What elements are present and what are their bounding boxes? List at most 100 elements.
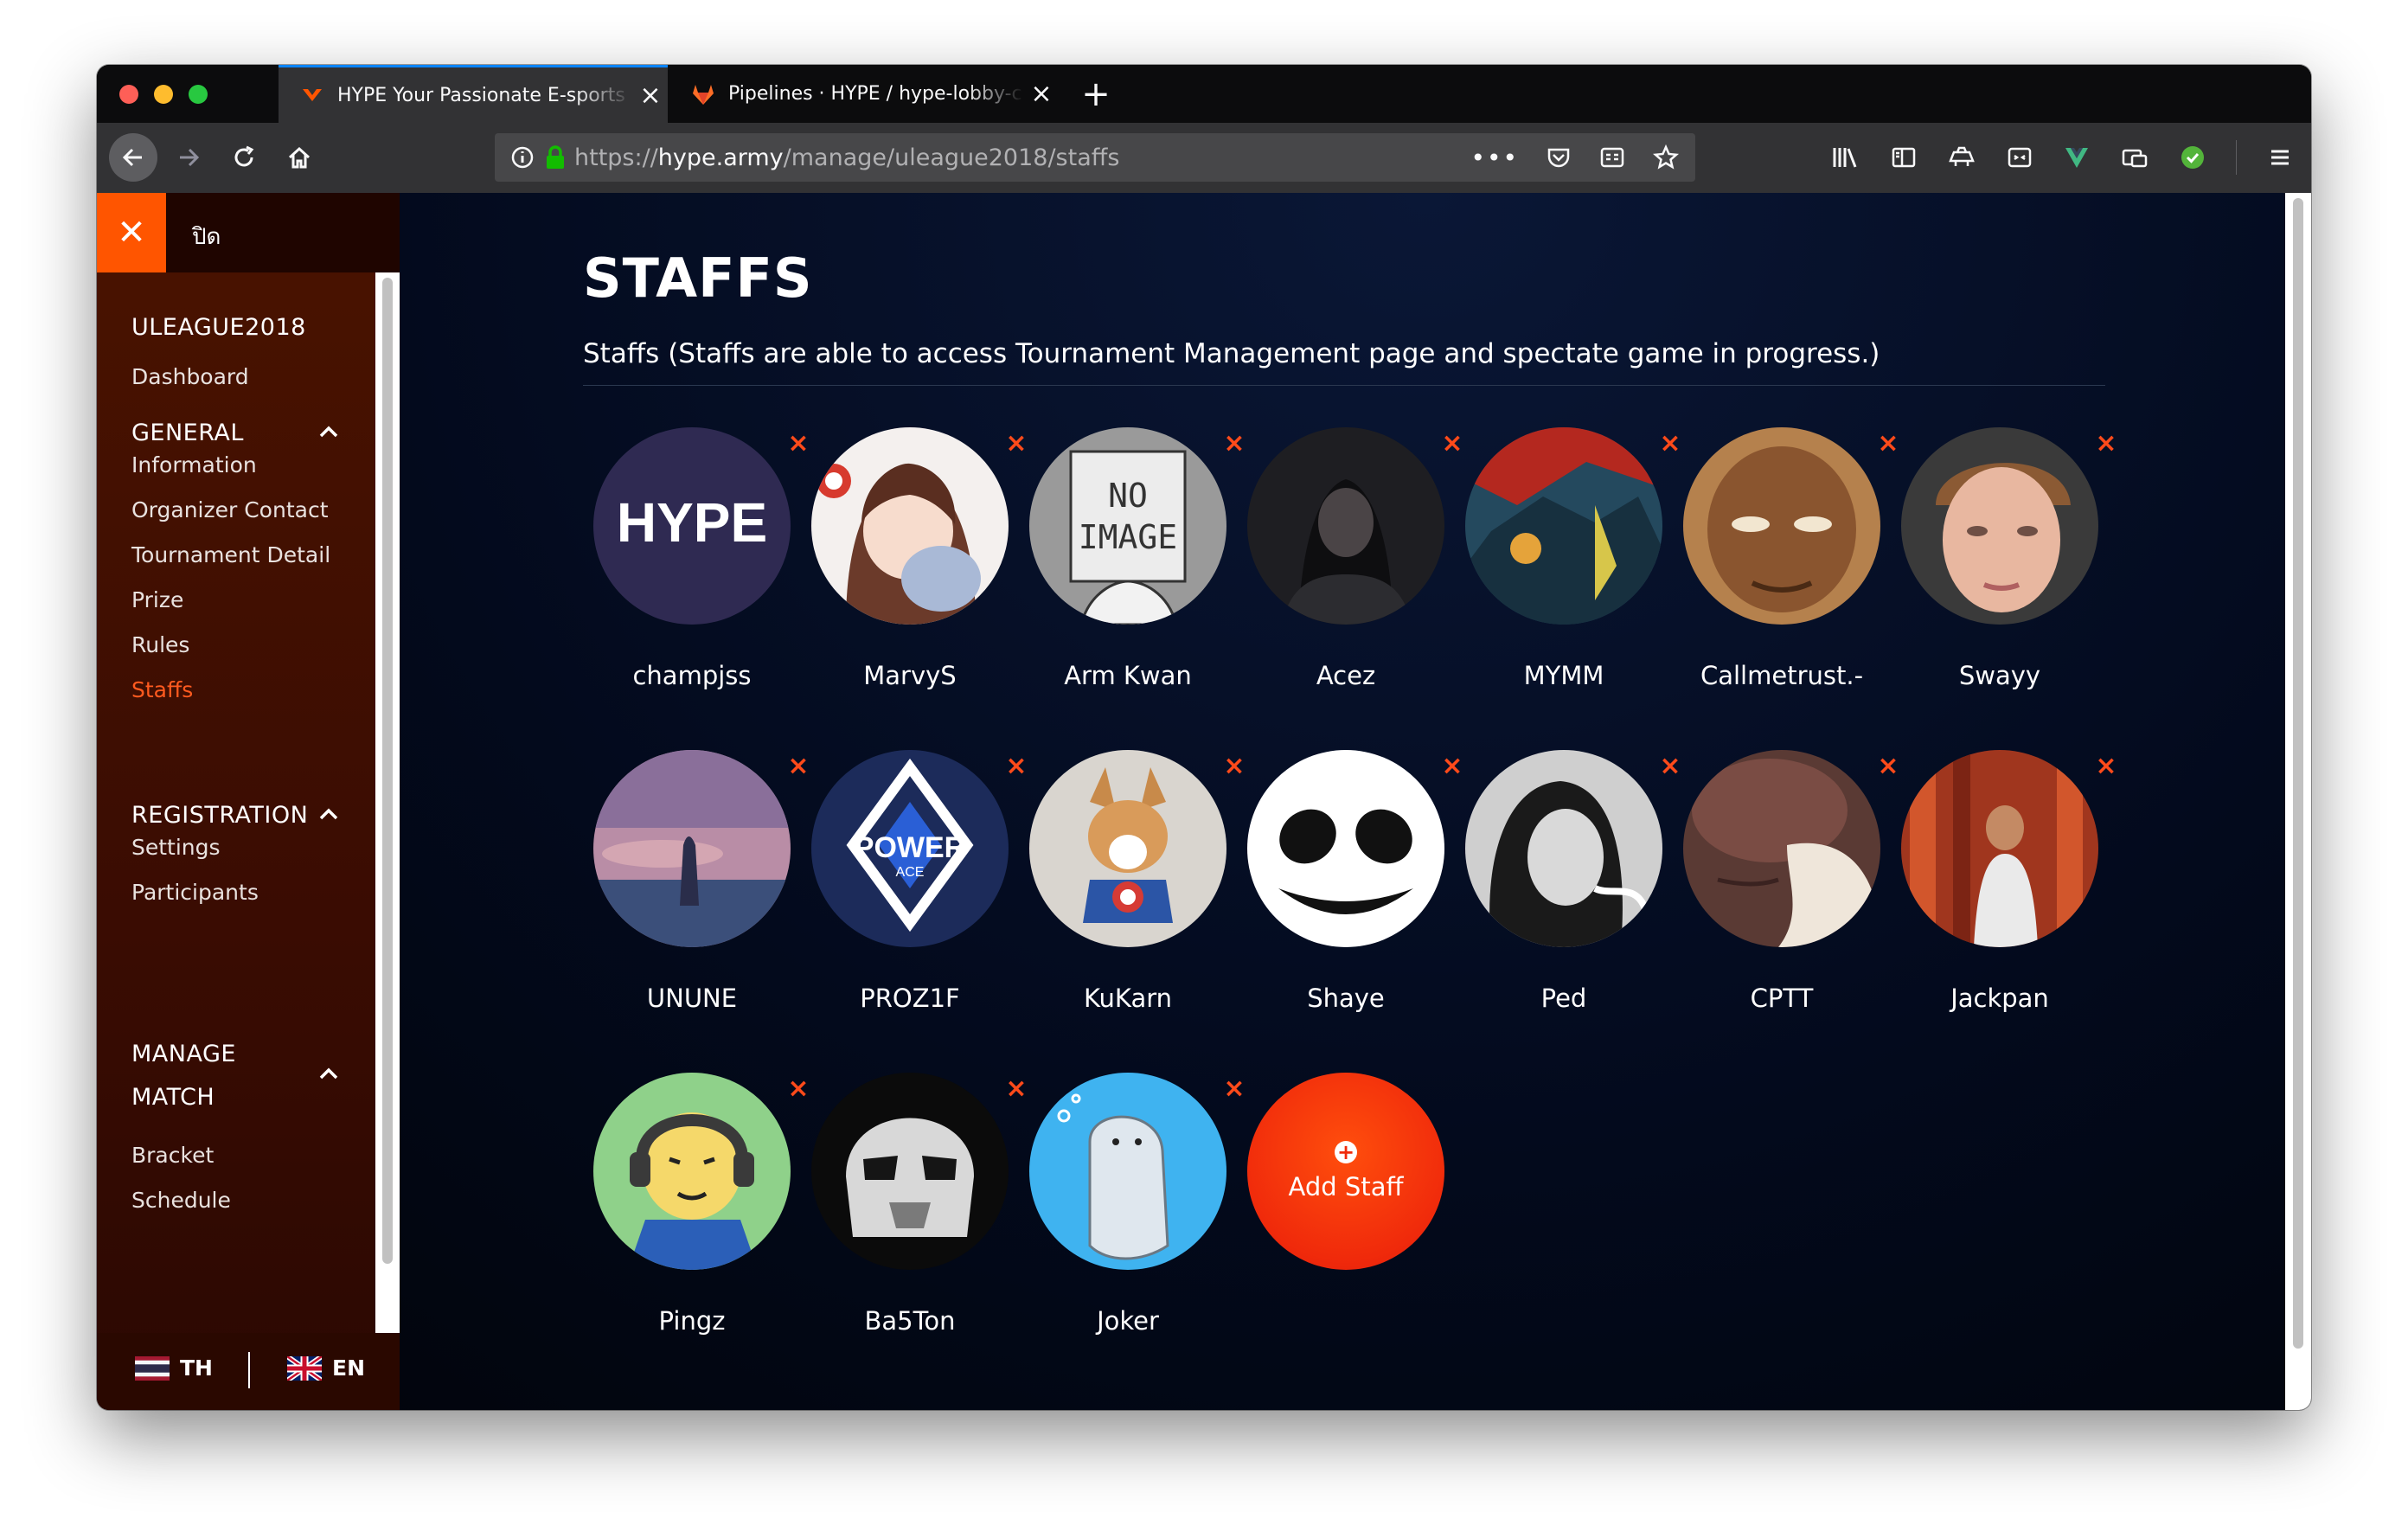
remove-staff-button[interactable]: × [2093,431,2119,457]
section-manage-match-line2[interactable]: MATCH [131,1084,215,1111]
hamburger-menu-icon[interactable] [2266,144,2294,171]
chevron-up-icon[interactable] [317,421,340,444]
remove-staff-button[interactable]: × [1003,753,1029,779]
remove-staff-button[interactable]: × [1439,753,1465,779]
tab-title: Pipelines · HYPE / hype-lobby-c [728,83,1022,105]
reload-icon [234,145,254,167]
uk-flag-icon [287,1355,322,1381]
close-window-button[interactable] [119,85,138,104]
check-status-icon[interactable] [2179,144,2206,171]
sidebar-item-dashboard[interactable]: Dashboard [131,364,249,389]
staff-card: × MarvyS [811,427,1028,739]
screenshot-icon[interactable] [2006,144,2033,171]
vue-devtools-icon[interactable] [2063,144,2091,171]
hype-favicon-icon [303,89,322,101]
staff-card: × Acez [1247,427,1463,739]
browser-window: HYPE Your Passionate E-sports × Pipeline… [97,65,2311,1410]
sidebar-item-settings[interactable]: Settings [131,835,221,860]
anime-girl-avatar [811,427,1009,625]
minimize-window-button[interactable] [154,85,173,104]
library-icon[interactable] [1831,144,1860,171]
remove-staff-button[interactable]: × [1003,431,1029,457]
scrollbar-thumb[interactable] [2293,198,2303,1349]
new-tab-button[interactable]: + [1074,65,1118,123]
zoom-window-button[interactable] [189,85,208,104]
close-tab-icon[interactable]: × [1024,79,1059,109]
extension-icon[interactable] [1947,144,1976,171]
tab-hype[interactable]: HYPE Your Passionate E-sports × [279,65,668,123]
title-divider [583,385,2105,386]
remove-staff-button[interactable]: × [1003,1076,1029,1102]
chevron-up-icon[interactable] [317,804,340,826]
remove-staff-button[interactable]: × [1221,431,1247,457]
sidebar-item-prize[interactable]: Prize [131,587,183,612]
remove-staff-button[interactable]: × [2093,753,2119,779]
page-description: Staffs (Staffs are able to access Tourna… [583,338,1880,369]
chevron-up-icon[interactable] [317,1063,340,1086]
page-title: STAFFS [583,247,813,310]
back-button[interactable] [109,133,157,182]
reload-button[interactable] [220,133,268,182]
management-sidebar: ✕ ปิด ULEAGUE2018 Dashboard GENERAL Info… [97,193,400,1410]
navigation-bar: https://hype.army/manage/uleague2018/sta… [97,123,2311,194]
sidebar-toggle-icon[interactable] [1890,144,1918,171]
reader-view-icon[interactable] [1598,144,1626,171]
remove-staff-button[interactable]: × [1657,431,1683,457]
dark-portrait-avatar [1247,427,1444,625]
section-manage-match[interactable]: MANAGE [131,1041,236,1067]
svg-text:IMAGE: IMAGE [1079,518,1177,556]
sidebar-header: ✕ ปิด [97,193,400,272]
forward-button[interactable] [164,133,213,182]
section-registration[interactable]: REGISTRATION [131,802,308,829]
toolbar-separator [2236,140,2237,175]
sidebar-item-participants[interactable]: Participants [131,880,259,905]
language-th[interactable]: TH [135,1355,213,1381]
no-image-avatar: NO IMAGE [1029,427,1226,625]
sidebar-item-schedule[interactable]: Schedule [131,1188,231,1213]
pocket-icon[interactable] [1545,144,1572,171]
tabs-manager-icon[interactable] [2120,144,2149,171]
section-general[interactable]: GENERAL [131,420,244,446]
svg-text:POWER: POWER [855,831,965,864]
remove-staff-button[interactable]: × [1221,753,1247,779]
scrollbar-thumb[interactable] [382,278,393,1264]
page-content: ✕ ปิด ULEAGUE2018 Dashboard GENERAL Info… [97,193,2311,1410]
sidebar-item-staffs[interactable]: Staffs [131,677,193,702]
add-staff-button[interactable]: + Add Staff [1247,1073,1444,1270]
sidebar-item-information[interactable]: Information [131,452,257,477]
remove-staff-button[interactable]: × [1657,753,1683,779]
staff-card: × Jackpan [1901,750,2117,1061]
remove-staff-button[interactable]: × [1439,431,1465,457]
remove-staff-button[interactable]: × [1875,431,1901,457]
staff-card: × UNUNE [593,750,810,1061]
sidebar-item-rules[interactable]: Rules [131,632,189,657]
red-temple-avatar [1901,750,2098,947]
home-button[interactable] [275,133,323,182]
power-ace-logo-avatar: POWER ACE [811,750,1009,947]
remove-staff-button[interactable]: × [1221,1076,1247,1102]
remove-staff-button[interactable]: × [785,431,811,457]
sidebar-item-tournament-detail[interactable]: Tournament Detail [131,542,330,567]
seal-cartoon-avatar [1029,1073,1226,1270]
address-bar[interactable]: https://hype.army/manage/uleague2018/sta… [495,133,1695,182]
remove-staff-button[interactable]: × [785,1076,811,1102]
language-en[interactable]: EN [287,1355,365,1381]
close-sidebar-button[interactable]: ✕ [97,193,166,272]
sidebar-item-bracket[interactable]: Bracket [131,1143,214,1168]
close-label[interactable]: ปิด [192,219,221,254]
sidebar-item-organizer-contact[interactable]: Organizer Contact [131,497,329,522]
close-tab-icon[interactable]: × [633,80,668,111]
mech-art-avatar [1465,427,1662,625]
bookmark-star-icon[interactable] [1652,144,1680,171]
sidebar-scrollbar[interactable] [375,272,400,1333]
bw-portrait-avatar [1465,750,1662,947]
page-scrollbar[interactable] [2285,193,2311,1410]
page-actions-icon[interactable]: ••• [1470,144,1519,172]
staff-name: Swayy [1958,661,2041,690]
toolbar-icons [1831,133,2294,182]
tab-pipelines[interactable]: Pipelines · HYPE / hype-lobby-c × [669,65,1059,123]
remove-staff-button[interactable]: × [1875,753,1901,779]
staff-card: NO IMAGE × Arm Kwan [1029,427,1246,739]
remove-staff-button[interactable]: × [785,753,811,779]
info-icon[interactable] [510,145,535,170]
